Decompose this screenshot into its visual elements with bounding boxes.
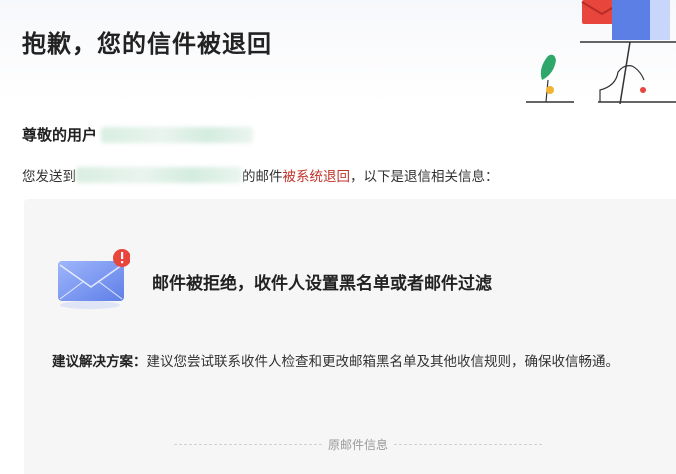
notice-middle: 的邮件 xyxy=(242,169,283,185)
bounce-reason: 邮件被拒绝，收件人设置黑名单或者邮件过滤 xyxy=(152,274,492,294)
bounce-details-panel: 邮件被拒绝，收件人设置黑名单或者邮件过滤 建议解决方案：建议您尝试联系收件人检查… xyxy=(24,199,676,474)
header-banner: 抱歉，您的信件被退回 xyxy=(0,0,676,104)
suggestion-text: 建议您尝试联系收件人检查和更改邮箱黑名单及其他收信规则，确保收信畅通。 xyxy=(146,354,620,370)
suggestion-label: 建议解决方案： xyxy=(52,354,147,370)
notice-prefix: 您发送到 xyxy=(22,169,76,185)
greeting-line: 尊敬的用户 xyxy=(22,124,254,145)
notice-suffix: ，以下是退信相关信息： xyxy=(350,169,499,185)
suggestion-block: 建议解决方案：建议您尝试联系收件人检查和更改邮箱黑名单及其他收信规则，确保收信畅… xyxy=(52,351,664,374)
original-mail-label: 原邮件信息 xyxy=(328,438,389,452)
page-title: 抱歉，您的信件被退回 xyxy=(22,30,272,58)
notice-highlight: 被系统退回 xyxy=(282,169,351,185)
redacted-recipient xyxy=(76,167,242,183)
envelope-error-icon xyxy=(58,249,130,309)
redacted-username xyxy=(101,126,254,143)
mail-illustration-icon xyxy=(526,0,676,104)
bounce-notice: 您发送到 的邮件 被系统退回 ，以下是退信相关信息： xyxy=(22,165,499,185)
original-mail-divider: 原邮件信息 xyxy=(174,436,543,453)
greeting-prefix: 尊敬的用户 xyxy=(22,126,98,144)
